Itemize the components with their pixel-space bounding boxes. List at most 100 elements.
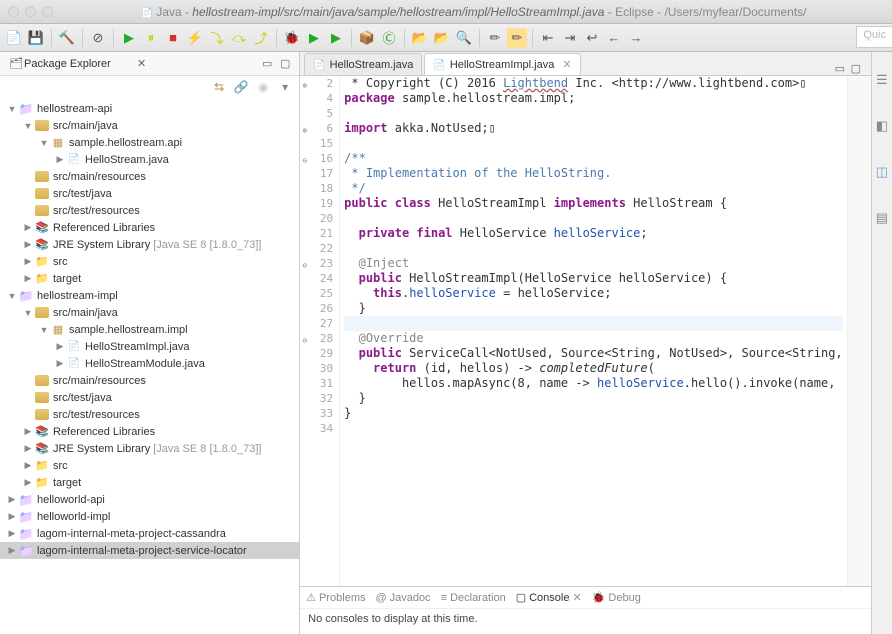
terminate-button[interactable]: ■	[163, 28, 183, 48]
new-class-button[interactable]: Ⓒ	[379, 28, 399, 48]
tree-node[interactable]: ▶lagom-internal-meta-project-cassandra	[0, 525, 299, 542]
fold-icon[interactable]: ⊖	[300, 153, 307, 162]
tree-node[interactable]: ▶src	[0, 457, 299, 474]
toggle-highlight-button[interactable]: ✏	[507, 28, 527, 48]
tree-node[interactable]: ▶HelloStreamImpl.java	[0, 338, 299, 355]
tree-node[interactable]: ▶HelloStreamModule.java	[0, 355, 299, 372]
tree-node[interactable]: ▼sample.hellostream.api	[0, 134, 299, 151]
tree-node[interactable]: src/test/java	[0, 185, 299, 202]
tree-node[interactable]: ▶target	[0, 270, 299, 287]
minimap-icon[interactable]: ▤	[876, 210, 888, 226]
expand-arrow-icon[interactable]: ▼	[6, 291, 18, 301]
expand-arrow-icon[interactable]: ▼	[22, 121, 34, 131]
debug-button[interactable]: 🐞	[282, 28, 302, 48]
skip-breakpoints-button[interactable]: ⊘	[88, 28, 108, 48]
maximize-view-icon[interactable]: ▢	[277, 56, 293, 72]
expand-arrow-icon[interactable]: ▶	[22, 426, 34, 437]
last-edit-button[interactable]: ↩	[582, 28, 602, 48]
tree-node[interactable]: ▼src/main/java	[0, 117, 299, 134]
tree-node[interactable]: ▶Referenced Libraries	[0, 219, 299, 236]
bottom-tab-javadoc[interactable]: @Javadoc	[375, 592, 430, 604]
bottom-tab-problems[interactable]: ⚠Problems	[306, 591, 365, 604]
tree-node[interactable]: ▶HelloStream.java	[0, 151, 299, 168]
expand-arrow-icon[interactable]: ▶	[6, 545, 18, 556]
expand-arrow-icon[interactable]: ▶	[22, 239, 34, 250]
tree-node[interactable]: src/test/java	[0, 389, 299, 406]
save-button[interactable]: 💾	[26, 28, 46, 48]
tree-node[interactable]: ▼src/main/java	[0, 304, 299, 321]
editor-minimize-icon[interactable]: ▭	[835, 62, 851, 75]
search-button[interactable]: 🔍	[454, 28, 474, 48]
expand-arrow-icon[interactable]: ▼	[22, 308, 34, 318]
new-package-button[interactable]: 📦	[357, 28, 377, 48]
expand-arrow-icon[interactable]: ▶	[6, 511, 18, 522]
tree-node[interactable]: src/test/resources	[0, 406, 299, 423]
tree-node[interactable]: ▶Referenced Libraries	[0, 423, 299, 440]
tree-node[interactable]: ▶JRE System Library[Java SE 8 [1.8.0_73]…	[0, 236, 299, 253]
minimize-view-icon[interactable]: ▭	[259, 56, 275, 72]
tree-node[interactable]: src/main/resources	[0, 372, 299, 389]
close-window-button[interactable]	[8, 6, 19, 17]
fold-icon[interactable]: ⊖	[300, 333, 307, 342]
suspend-button[interactable]: ⏸	[141, 28, 161, 48]
step-into-button[interactable]: ⤵	[207, 28, 227, 48]
quick-access-input[interactable]: Quic	[856, 26, 892, 48]
expand-arrow-icon[interactable]: ▼	[38, 325, 50, 335]
tree-node[interactable]: ▼hellostream-impl	[0, 287, 299, 304]
minimize-window-button[interactable]	[25, 6, 36, 17]
expand-arrow-icon[interactable]: ▶	[6, 494, 18, 505]
tree-node[interactable]: ▼hellostream-api	[0, 100, 299, 117]
expand-arrow-icon[interactable]: ▶	[22, 222, 34, 233]
resume-button[interactable]: ▶	[119, 28, 139, 48]
editor-tab[interactable]: HelloStreamImpl.java✕	[424, 53, 580, 75]
view-close-icon[interactable]: ✕	[134, 56, 150, 72]
open-type-button[interactable]: 📂	[410, 28, 430, 48]
open-task-button[interactable]: 📂	[432, 28, 452, 48]
disconnect-button[interactable]: ⚡	[185, 28, 205, 48]
zoom-window-button[interactable]	[42, 6, 53, 17]
tree-node[interactable]: ▶src	[0, 253, 299, 270]
forward-button[interactable]: →	[626, 28, 646, 48]
editor-maximize-icon[interactable]: ▢	[851, 62, 867, 75]
package-explorer-tree[interactable]: ▼hellostream-api▼src/main/java▼sample.he…	[0, 98, 299, 634]
fold-icon[interactable]: ⊕	[300, 78, 307, 87]
expand-arrow-icon[interactable]: ▼	[38, 138, 50, 148]
step-over-button[interactable]: ⤼	[229, 28, 249, 48]
tree-node[interactable]: ▶helloworld-api	[0, 491, 299, 508]
expand-arrow-icon[interactable]: ▶	[22, 256, 34, 267]
tree-node[interactable]: ▶helloworld-impl	[0, 508, 299, 525]
fold-icon[interactable]: ⊖	[300, 258, 307, 267]
task-list-icon[interactable]: ◧	[876, 118, 888, 134]
tree-node[interactable]: ▶JRE System Library[Java SE 8 [1.8.0_73]…	[0, 440, 299, 457]
tree-node[interactable]: ▼sample.hellostream.impl	[0, 321, 299, 338]
run-button[interactable]: ▶	[304, 28, 324, 48]
link-editor-icon[interactable]: 🔗	[233, 79, 249, 95]
bottom-tab-debug[interactable]: 🐞Debug	[592, 591, 641, 604]
code-editor[interactable]: 2⊕456⊕1516⊖17181920212223⊖2425262728⊖293…	[300, 76, 871, 586]
expand-arrow-icon[interactable]: ▶	[22, 477, 34, 488]
expand-arrow-icon[interactable]: ▼	[6, 104, 18, 114]
collapse-all-icon[interactable]: ⇆	[211, 79, 227, 95]
toggle-mark-button[interactable]: ✏	[485, 28, 505, 48]
overview-ruler[interactable]	[847, 76, 871, 586]
tab-close-icon[interactable]: ✕	[572, 591, 581, 604]
expand-arrow-icon[interactable]: ▶	[54, 341, 66, 352]
tree-node[interactable]: ▶target	[0, 474, 299, 491]
tree-node[interactable]: src/main/resources	[0, 168, 299, 185]
expand-arrow-icon[interactable]: ▶	[6, 528, 18, 539]
new-button[interactable]: 📄	[4, 28, 24, 48]
fold-icon[interactable]: ⊕	[300, 123, 307, 132]
annotation-next-button[interactable]: ⇥	[560, 28, 580, 48]
annotation-prev-button[interactable]: ⇤	[538, 28, 558, 48]
focus-task-icon[interactable]: ◉	[255, 79, 271, 95]
line-gutter[interactable]: 2⊕456⊕1516⊖17181920212223⊖2425262728⊖293…	[300, 76, 340, 586]
back-button[interactable]: ←	[604, 28, 624, 48]
expand-arrow-icon[interactable]: ▶	[54, 154, 66, 165]
expand-arrow-icon[interactable]: ▶	[22, 273, 34, 284]
code-body[interactable]: * Copyright (C) 2016 Lightbend Inc. <htt…	[340, 76, 847, 586]
expand-arrow-icon[interactable]: ▶	[22, 460, 34, 471]
bottom-tab-console[interactable]: ▢Console ✕	[516, 591, 582, 604]
view-menu-icon[interactable]: ▾	[277, 79, 293, 95]
expand-arrow-icon[interactable]: ▶	[22, 443, 34, 454]
outline-view-icon[interactable]: ☰	[876, 72, 888, 88]
